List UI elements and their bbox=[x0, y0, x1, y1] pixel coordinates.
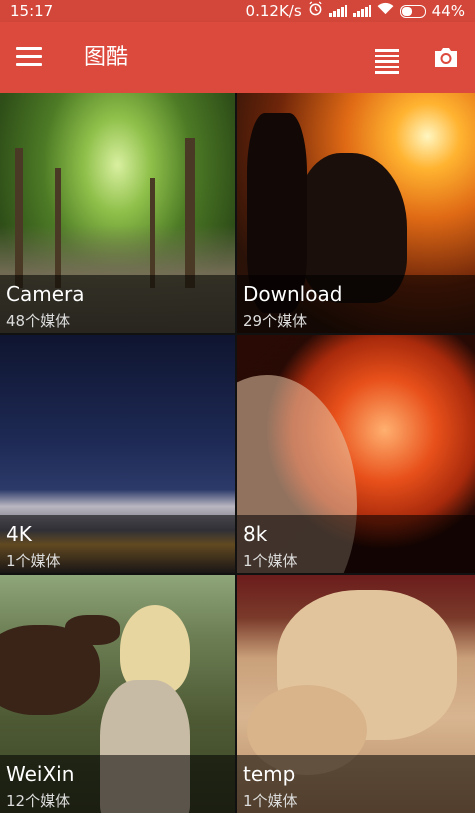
album-count: 48个媒体 bbox=[6, 312, 71, 330]
album-count: 12个媒体 bbox=[6, 792, 71, 810]
album-tile-weixin[interactable]: WeiXin 12个媒体 bbox=[0, 575, 235, 813]
album-tile-8k[interactable]: 8k 1个媒体 bbox=[237, 335, 475, 573]
album-count: 1个媒体 bbox=[6, 552, 61, 570]
app-toolbar: 图酷 bbox=[0, 22, 475, 93]
album-caption: Camera 48个媒体 bbox=[0, 275, 235, 333]
battery-level bbox=[401, 6, 413, 16]
album-tile-download[interactable]: Download 29个媒体 bbox=[237, 93, 475, 333]
status-bar: 15:17 0.12K/s 44% bbox=[0, 0, 475, 22]
album-caption: WeiXin 12个媒体 bbox=[0, 755, 235, 813]
album-count: 1个媒体 bbox=[243, 552, 298, 570]
status-time: 15:17 bbox=[10, 2, 54, 20]
album-tile-4k[interactable]: 4K 1个媒体 bbox=[0, 335, 235, 573]
camera-icon[interactable] bbox=[433, 45, 459, 69]
album-caption: temp 1个媒体 bbox=[237, 755, 475, 813]
list-view-icon[interactable] bbox=[375, 49, 399, 74]
app-title: 图酷 bbox=[84, 45, 129, 70]
hamburger-menu-icon[interactable] bbox=[16, 47, 42, 67]
album-tile-temp[interactable]: temp 1个媒体 bbox=[237, 575, 475, 813]
album-grid: Camera 48个媒体 Download 29个媒体 4K 1个媒体 8k 1… bbox=[0, 93, 475, 813]
signal-hd-icon bbox=[352, 5, 371, 17]
album-name: temp bbox=[243, 762, 296, 786]
album-count: 1个媒体 bbox=[243, 792, 298, 810]
album-name: WeiXin bbox=[6, 762, 75, 786]
album-tile-camera[interactable]: Camera 48个媒体 bbox=[0, 93, 235, 333]
album-name: Download bbox=[243, 282, 343, 306]
network-speed: 0.12K/s bbox=[245, 2, 302, 20]
status-indicators: 0.12K/s 44% bbox=[246, 0, 465, 22]
album-name: 8k bbox=[243, 522, 268, 546]
album-caption: Download 29个媒体 bbox=[237, 275, 475, 333]
album-count: 29个媒体 bbox=[243, 312, 308, 330]
signal-icon bbox=[328, 5, 347, 17]
alarm-clock-icon bbox=[308, 0, 323, 22]
album-caption: 4K 1个媒体 bbox=[0, 515, 235, 573]
album-name: Camera bbox=[6, 282, 85, 306]
album-name: 4K bbox=[6, 522, 32, 546]
battery-icon bbox=[399, 4, 426, 18]
album-caption: 8k 1个媒体 bbox=[237, 515, 475, 573]
wifi-icon bbox=[377, 0, 394, 22]
battery-percent: 44% bbox=[431, 2, 465, 20]
